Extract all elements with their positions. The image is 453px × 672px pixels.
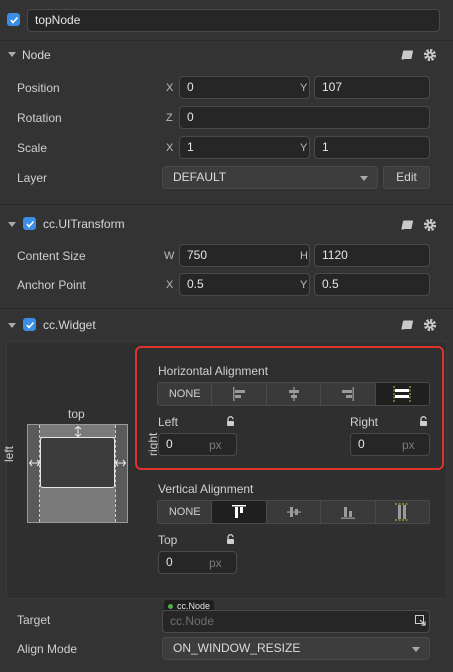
position-y-axis: Y	[300, 82, 308, 94]
right-label: Right	[350, 415, 379, 429]
position-x-input[interactable]: 0	[179, 76, 310, 99]
chevron-down-icon	[360, 176, 368, 181]
align-left-icon[interactable]	[212, 383, 267, 405]
section-title-widget: cc.Widget	[43, 318, 96, 332]
horizontal-alignment-group: NONE	[157, 382, 430, 406]
vertical-none-label: NONE	[168, 506, 201, 518]
content-size-h-axis: H	[300, 250, 308, 262]
horizontal-none-option[interactable]: NONE	[158, 383, 213, 405]
align-bottom-icon[interactable]	[321, 501, 376, 523]
content-size-w-input[interactable]: 750	[179, 244, 310, 267]
collapse-icon[interactable]	[8, 222, 16, 227]
left-margin-arrow-icon	[29, 459, 40, 467]
align-middle-icon[interactable]	[267, 501, 322, 523]
layer-value: DEFAULT	[173, 170, 227, 184]
section-title-uitransform: cc.UITransform	[43, 217, 125, 231]
right-margin-value: 0	[358, 437, 365, 451]
right-margin-arrow-icon	[115, 459, 126, 467]
left-label: Left	[158, 415, 179, 429]
layer-edit-button[interactable]: Edit	[383, 166, 430, 189]
align-center-icon[interactable]	[267, 383, 322, 405]
lock-icon[interactable]	[225, 534, 236, 545]
vertical-none-option[interactable]: NONE	[158, 501, 213, 523]
node-name-input[interactable]: topNode	[27, 9, 440, 32]
lock-icon[interactable]	[225, 416, 236, 427]
top-margin-arrow-icon	[74, 426, 82, 437]
scale-x-axis: X	[166, 142, 174, 154]
anchor-point-y-axis: Y	[300, 279, 308, 291]
position-x-axis: X	[166, 82, 174, 94]
left-unit: px	[209, 438, 222, 452]
position-y-input[interactable]: 107	[314, 76, 430, 99]
chevron-down-icon	[412, 647, 420, 652]
target-label: Target	[17, 613, 51, 627]
scale-y-axis: Y	[300, 142, 308, 154]
preview-left-label: left	[2, 445, 16, 462]
top-margin-value: 0	[166, 555, 173, 569]
anchor-point-x-axis: X	[166, 279, 174, 291]
top-margin-input[interactable]: 0	[158, 551, 237, 574]
left-margin-input[interactable]: 0	[158, 433, 237, 456]
rotation-label: Rotation	[17, 111, 62, 125]
collapse-icon[interactable]	[8, 52, 16, 57]
widget-preview	[27, 424, 128, 523]
align-mode-label: Align Mode	[17, 642, 78, 656]
horizontal-none-label: NONE	[168, 388, 201, 400]
rotation-z-input[interactable]: 0	[179, 106, 430, 129]
target-placeholder: cc.Node	[170, 614, 215, 628]
align-right-icon[interactable]	[321, 383, 376, 405]
scale-x-input[interactable]: 1	[179, 136, 310, 159]
content-size-label: Content Size	[17, 249, 86, 263]
align-vertical-stretch-icon[interactable]	[376, 501, 429, 523]
anchor-point-x-input[interactable]: 0.5	[179, 273, 310, 296]
align-top-icon[interactable]	[212, 501, 267, 523]
collapse-icon[interactable]	[8, 323, 16, 328]
gear-icon[interactable]	[423, 318, 437, 332]
content-size-w-axis: W	[164, 250, 175, 262]
top-label: Top	[158, 533, 178, 547]
rotation-z-axis: Z	[166, 112, 173, 124]
section-title-node: Node	[22, 48, 51, 62]
gear-icon[interactable]	[423, 218, 437, 232]
anchor-point-y-input[interactable]: 0.5	[314, 273, 430, 296]
target-input[interactable]: cc.Node	[162, 610, 430, 633]
anchor-point-label: Anchor Point	[17, 278, 86, 292]
status-dot-icon	[168, 604, 173, 609]
align-stretch-icon[interactable]	[375, 383, 429, 405]
align-mode-value: ON_WINDOW_RESIZE	[173, 641, 301, 655]
position-label: Position	[17, 81, 60, 95]
lock-icon[interactable]	[418, 416, 429, 427]
left-margin-value: 0	[166, 437, 173, 451]
align-mode-select[interactable]: ON_WINDOW_RESIZE	[162, 637, 430, 660]
book-icon[interactable]	[400, 319, 413, 331]
widget-enabled-checkbox[interactable]	[23, 318, 36, 331]
top-unit: px	[209, 556, 222, 570]
horizontal-alignment-title: Horizontal Alignment	[158, 364, 269, 378]
preview-top-label: top	[68, 407, 85, 421]
scale-label: Scale	[17, 141, 48, 155]
book-icon[interactable]	[400, 49, 413, 61]
scale-y-input[interactable]: 1	[314, 136, 430, 159]
right-margin-input[interactable]: 0	[350, 433, 430, 456]
vertical-alignment-group: NONE	[157, 500, 430, 524]
layer-label: Layer	[17, 171, 48, 185]
transform-enabled-checkbox[interactable]	[23, 217, 36, 230]
book-icon[interactable]	[400, 219, 413, 231]
pick-node-icon[interactable]	[415, 615, 426, 626]
right-unit: px	[402, 438, 415, 452]
content-size-h-input[interactable]: 1120	[314, 244, 430, 267]
vertical-alignment-title: Vertical Alignment	[158, 482, 254, 496]
layer-select[interactable]: DEFAULT	[162, 166, 378, 189]
gear-icon[interactable]	[423, 48, 437, 62]
node-enabled-checkbox[interactable]	[7, 13, 20, 26]
